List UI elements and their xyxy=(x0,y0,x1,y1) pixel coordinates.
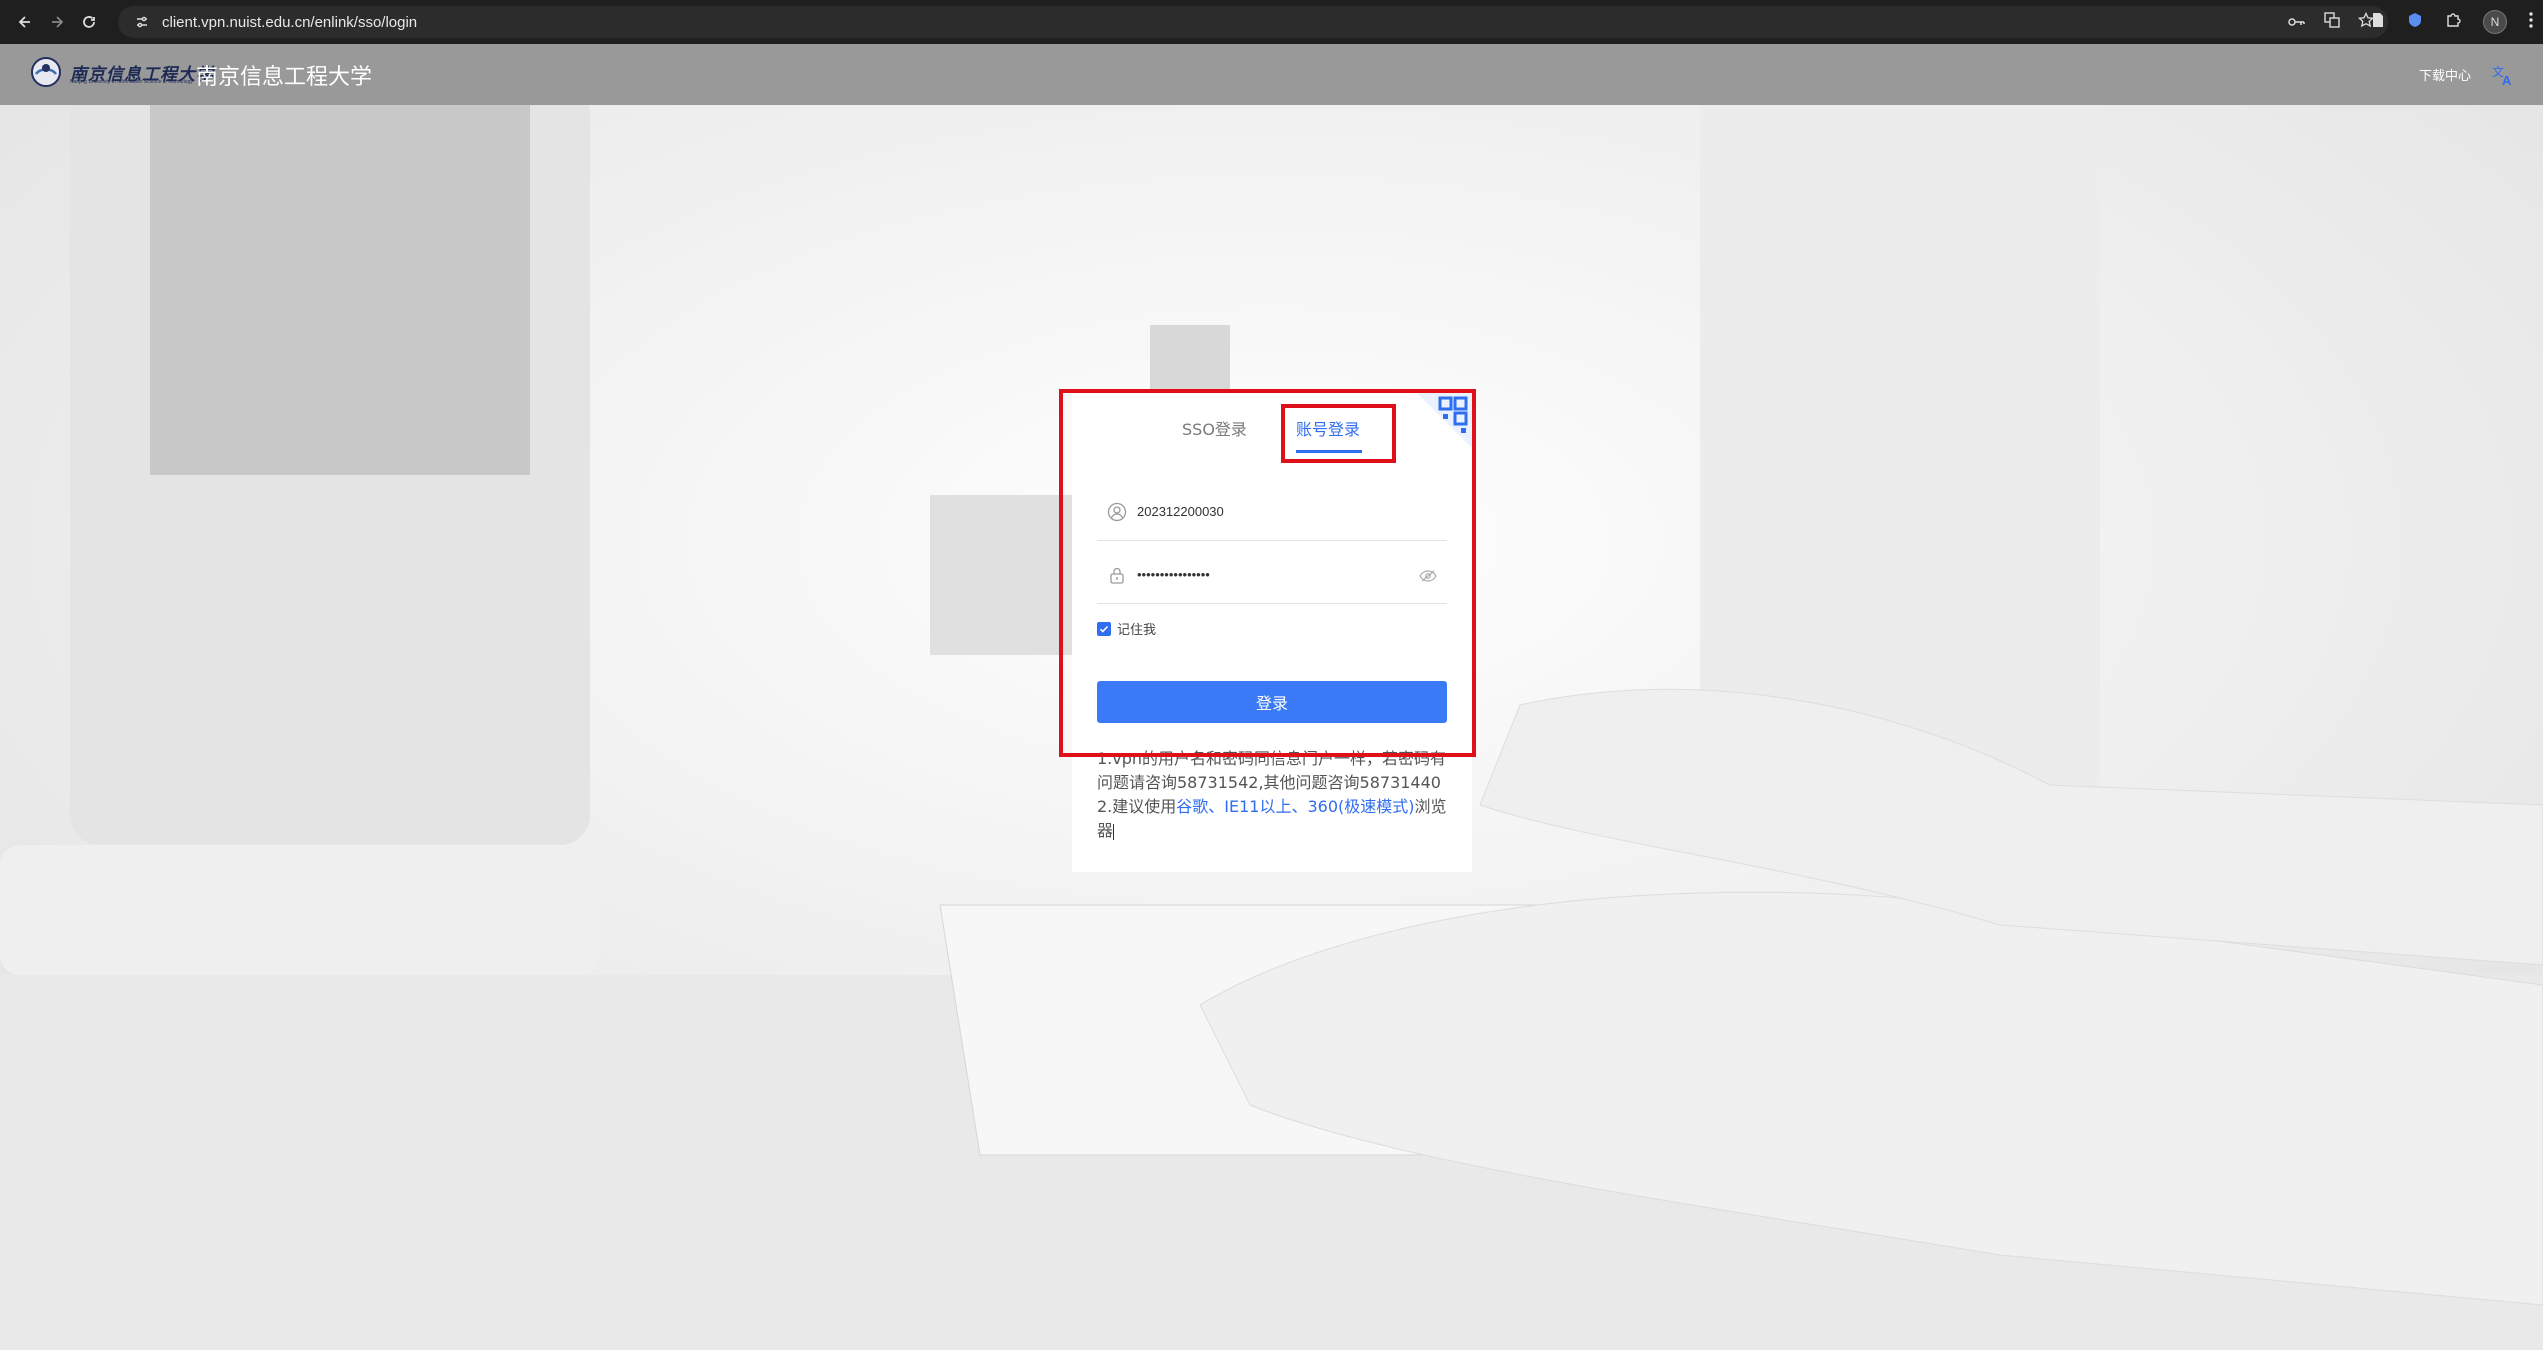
text-caret xyxy=(1113,823,1115,840)
tab-account-login[interactable]: 账号登录 xyxy=(1296,416,1360,440)
login-notice: 1.vpn的用户名和密码同信息门户一样，若密码有问题请咨询58731542,其他… xyxy=(1097,747,1453,843)
address-bar[interactable]: client.vpn.nuist.edu.cn/enlink/sso/login xyxy=(118,6,2388,38)
logo-subtitle: Nanjing University of Information Scienc… xyxy=(70,79,193,85)
eye-hidden-icon[interactable] xyxy=(1419,569,1437,583)
notice-line-2: 2.建议使用谷歌、IE11以上、360(极速模式)浏览器 xyxy=(1097,795,1453,843)
translate-icon[interactable] xyxy=(2324,12,2340,32)
reload-icon[interactable] xyxy=(76,9,102,35)
remember-label: 记住我 xyxy=(1117,623,1157,638)
login-button[interactable]: 登录 xyxy=(1097,681,1447,723)
menu-dots-icon[interactable] xyxy=(2529,12,2533,32)
download-center-link[interactable]: 下载中心 xyxy=(2419,65,2471,84)
browser-toolbar: client.vpn.nuist.edu.cn/enlink/sso/login… xyxy=(0,0,2543,44)
username-input[interactable]: 202312200030 xyxy=(1137,504,1224,519)
site-title: 南京信息工程大学 xyxy=(196,65,373,90)
puzzle-extension-icon[interactable] xyxy=(2445,12,2461,32)
forward-arrow-icon[interactable] xyxy=(44,9,70,35)
profile-avatar[interactable]: N xyxy=(2483,10,2507,34)
login-tabs: SSO登录 账号登录 xyxy=(1072,416,1472,456)
notice-line-2-prefix: 2.建议使用 xyxy=(1097,797,1177,816)
reading-list-icon[interactable] xyxy=(2371,12,2385,32)
notice-line-1: 1.vpn的用户名和密码同信息门户一样，若密码有问题请咨询58731542,其他… xyxy=(1097,749,1447,792)
username-field[interactable]: 202312200030 xyxy=(1097,480,1447,541)
active-tab-indicator xyxy=(1296,450,1362,453)
back-arrow-icon[interactable] xyxy=(12,9,38,35)
site-header: 南京信息工程大学 Nanjing University of Informati… xyxy=(0,44,2543,105)
tab-sso-login[interactable]: SSO登录 xyxy=(1182,416,1247,440)
login-card: SSO登录 账号登录 202312200030 ••••••••••••••••… xyxy=(1072,392,1472,872)
lock-icon xyxy=(1110,567,1124,584)
svg-text:A: A xyxy=(2502,73,2512,87)
password-field[interactable]: •••••••••••••••• xyxy=(1097,543,1447,604)
user-icon xyxy=(1107,502,1127,522)
recommended-browsers: 谷歌、IE11以上、360(极速模式) xyxy=(1176,797,1415,816)
remember-checkbox[interactable] xyxy=(1097,621,1111,636)
remember-me[interactable]: 记住我 xyxy=(1097,619,1156,638)
language-switch-icon[interactable]: 文 A xyxy=(2491,63,2515,87)
extension-icon[interactable] xyxy=(2407,12,2423,32)
url-text[interactable]: client.vpn.nuist.edu.cn/enlink/sso/login xyxy=(162,14,417,31)
password-key-icon[interactable] xyxy=(2288,13,2306,32)
university-emblem-icon xyxy=(31,57,61,87)
checkmark-icon xyxy=(1099,625,1109,633)
site-settings-icon[interactable] xyxy=(132,12,152,32)
password-input[interactable]: •••••••••••••••• xyxy=(1137,567,1210,582)
university-logo[interactable]: 南京信息工程大学 Nanjing University of Informati… xyxy=(30,56,214,88)
